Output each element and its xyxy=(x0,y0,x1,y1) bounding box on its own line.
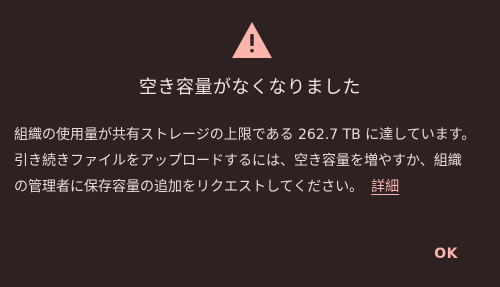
message-line: 引き続きファイルをアップロードするには、空き容量を増やすか、組織 xyxy=(14,153,462,169)
dialog-message: 組織の使用量が共有ストレージの上限である 262.7 TB に達しています。 引… xyxy=(14,122,488,200)
message-line: 組織の使用量が共有ストレージの上限である 262.7 TB に達しています。 xyxy=(14,127,476,143)
learn-more-link[interactable]: 詳細 xyxy=(371,179,399,195)
warning-icon xyxy=(232,22,272,58)
ok-button[interactable]: OK xyxy=(430,240,462,268)
storage-full-dialog: 空き容量がなくなりました 組織の使用量が共有ストレージの上限である 262.7 … xyxy=(0,0,500,287)
message-line-last: の管理者に保存容量の追加をリクエストしてください。 詳細 xyxy=(14,174,488,200)
message-line-text: の管理者に保存容量の追加をリクエストしてください。 xyxy=(14,179,364,195)
dialog-title: 空き容量がなくなりました xyxy=(139,77,361,98)
